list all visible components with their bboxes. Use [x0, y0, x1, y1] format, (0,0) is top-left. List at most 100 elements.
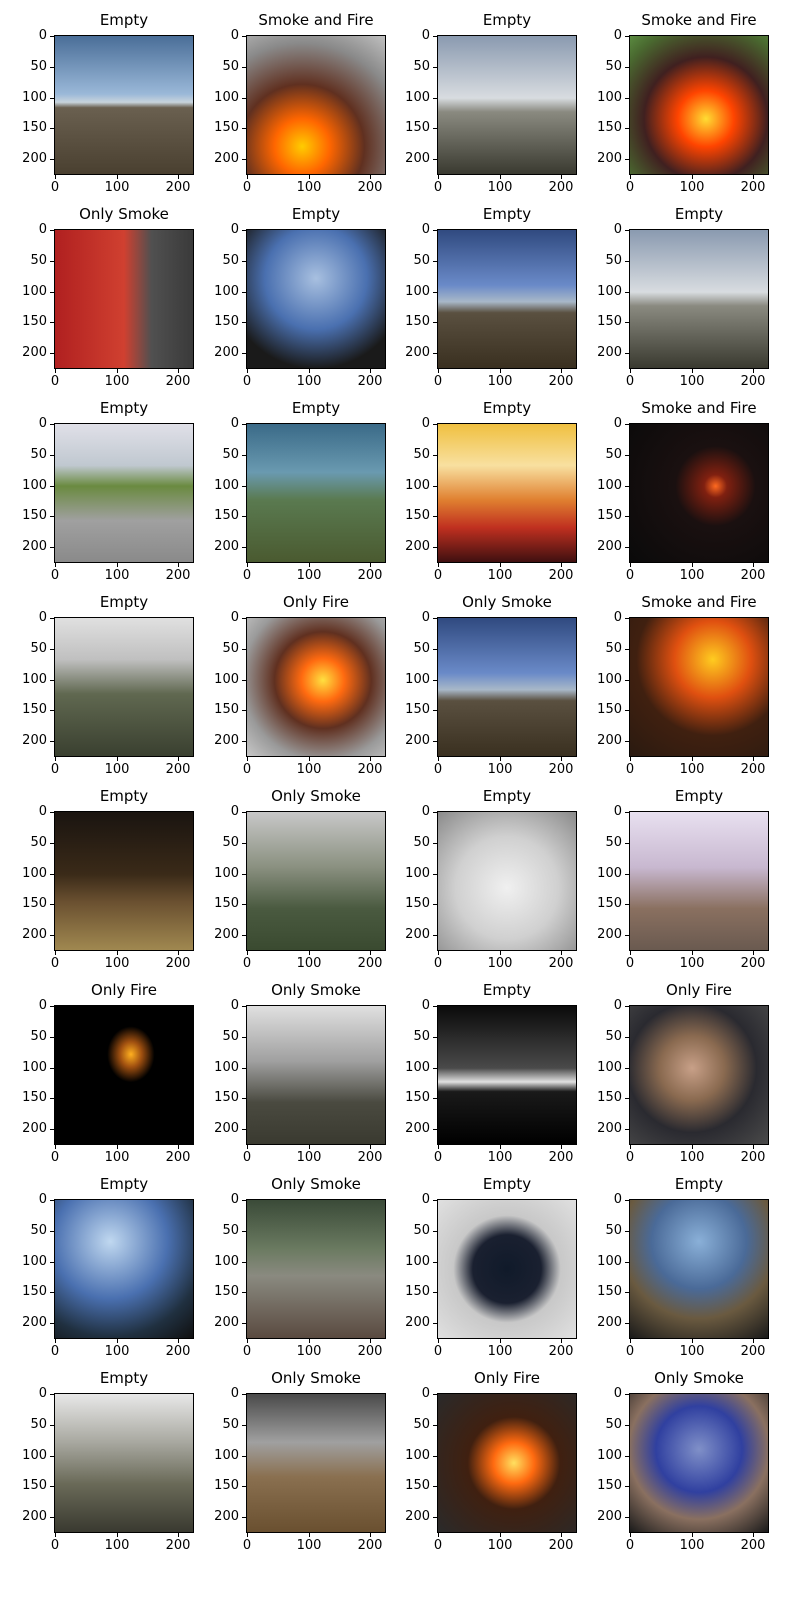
- y-tick-label: 200: [405, 151, 430, 166]
- x-tick-label: 0: [242, 956, 252, 971]
- y-tick-label: 150: [597, 702, 622, 717]
- y-tick-label: 100: [214, 478, 239, 493]
- image-panel: Empty 0 50 100 150 200 0 100 200: [405, 11, 577, 195]
- y-tick-mark: [433, 874, 437, 875]
- y-tick-mark: [433, 547, 437, 548]
- x-tick-label: 0: [625, 568, 635, 583]
- y-tick-mark: [433, 159, 437, 160]
- y-tick-mark: [433, 1323, 437, 1324]
- panel-title: Empty: [99, 11, 149, 29]
- y-tick-label: 50: [605, 1029, 622, 1044]
- y-tick-label: 100: [214, 672, 239, 687]
- sample-image: [437, 1393, 577, 1533]
- x-tick-label: 200: [548, 180, 574, 195]
- y-tick-label: 50: [413, 59, 430, 74]
- panel-title: Empty: [291, 399, 341, 417]
- y-tick-mark: [50, 1068, 54, 1069]
- y-tick-label: 0: [613, 416, 622, 431]
- x-tick-mark: [370, 563, 371, 567]
- y-tick-label: 200: [405, 1509, 430, 1524]
- x-tick-label: 200: [740, 1538, 766, 1553]
- y-tick-label: 100: [22, 672, 47, 687]
- y-tick-mark: [625, 424, 629, 425]
- y-tick-mark: [625, 486, 629, 487]
- y-tick-mark: [50, 1486, 54, 1487]
- x-tick-label: 100: [487, 1538, 513, 1553]
- panel-title: Empty: [99, 399, 149, 417]
- y-tick-label: 0: [421, 1386, 430, 1401]
- y-tick-label: 150: [405, 1284, 430, 1299]
- y-tick-mark: [50, 1456, 54, 1457]
- y-tick-label: 150: [22, 508, 47, 523]
- y-tick-mark: [433, 230, 437, 231]
- y-tick-mark: [625, 904, 629, 905]
- y-tick-label: 100: [597, 672, 622, 687]
- y-tick-mark: [625, 618, 629, 619]
- x-tick-mark: [438, 175, 439, 179]
- x-tick-mark: [692, 563, 693, 567]
- image-panel: Only Smoke 0 50 100 150 200 0 100 200: [597, 1369, 769, 1553]
- y-tick-label: 0: [230, 998, 239, 1013]
- image-panel: Empty 0 50 100 150 200 0 100 200: [214, 399, 386, 583]
- x-tick-mark: [692, 757, 693, 761]
- y-tick-mark: [242, 680, 246, 681]
- x-tick-label: 200: [548, 1344, 574, 1359]
- y-tick-label: 200: [597, 539, 622, 554]
- y-tick-label: 150: [597, 896, 622, 911]
- x-tick-mark: [500, 1339, 501, 1343]
- y-tick-mark: [625, 1456, 629, 1457]
- image-panel: Empty 0 50 100 150 200 0 100 200: [405, 1175, 577, 1359]
- y-tick-mark: [433, 649, 437, 650]
- y-tick-label: 150: [405, 1090, 430, 1105]
- x-tick-label: 0: [433, 1150, 443, 1165]
- y-tick-mark: [242, 710, 246, 711]
- sample-image: [437, 35, 577, 175]
- x-tick-mark: [247, 1145, 248, 1149]
- sample-image: [629, 617, 769, 757]
- y-tick-mark: [50, 1006, 54, 1007]
- x-tick-label: 0: [242, 1150, 252, 1165]
- y-tick-mark: [625, 1200, 629, 1201]
- y-tick-label: 50: [605, 641, 622, 656]
- panel-title: Empty: [674, 787, 724, 805]
- y-tick-label: 0: [38, 28, 47, 43]
- x-tick-mark: [55, 175, 56, 179]
- y-tick-label: 50: [222, 1029, 239, 1044]
- y-tick-mark: [50, 98, 54, 99]
- y-tick-mark: [242, 261, 246, 262]
- y-tick-label: 0: [421, 28, 430, 43]
- y-tick-mark: [433, 843, 437, 844]
- y-tick-label: 50: [413, 253, 430, 268]
- y-tick-mark: [625, 843, 629, 844]
- y-tick-mark: [242, 547, 246, 548]
- y-tick-mark: [625, 1231, 629, 1232]
- x-tick-mark: [309, 369, 310, 373]
- y-tick-mark: [50, 353, 54, 354]
- y-tick-mark: [625, 680, 629, 681]
- x-tick-label: 100: [679, 374, 705, 389]
- y-tick-mark: [242, 516, 246, 517]
- y-tick-label: 200: [597, 733, 622, 748]
- y-tick-label: 150: [22, 314, 47, 329]
- y-tick-label: 150: [597, 314, 622, 329]
- y-tick-label: 200: [405, 345, 430, 360]
- panel-title: Only Fire: [666, 981, 732, 999]
- y-tick-mark: [50, 1394, 54, 1395]
- x-tick-label: 100: [679, 956, 705, 971]
- x-tick-label: 0: [242, 1538, 252, 1553]
- y-tick-mark: [242, 36, 246, 37]
- y-tick-mark: [242, 874, 246, 875]
- y-tick-mark: [433, 741, 437, 742]
- sample-image: [246, 1393, 386, 1533]
- y-tick-label: 200: [22, 539, 47, 554]
- y-tick-mark: [50, 618, 54, 619]
- x-tick-label: 200: [740, 568, 766, 583]
- x-tick-mark: [370, 951, 371, 955]
- y-tick-label: 200: [405, 1121, 430, 1136]
- sample-image: [246, 811, 386, 951]
- x-tick-mark: [55, 369, 56, 373]
- x-tick-label: 100: [487, 1344, 513, 1359]
- x-tick-label: 100: [104, 762, 130, 777]
- panel-title: Empty: [482, 787, 532, 805]
- y-tick-mark: [625, 128, 629, 129]
